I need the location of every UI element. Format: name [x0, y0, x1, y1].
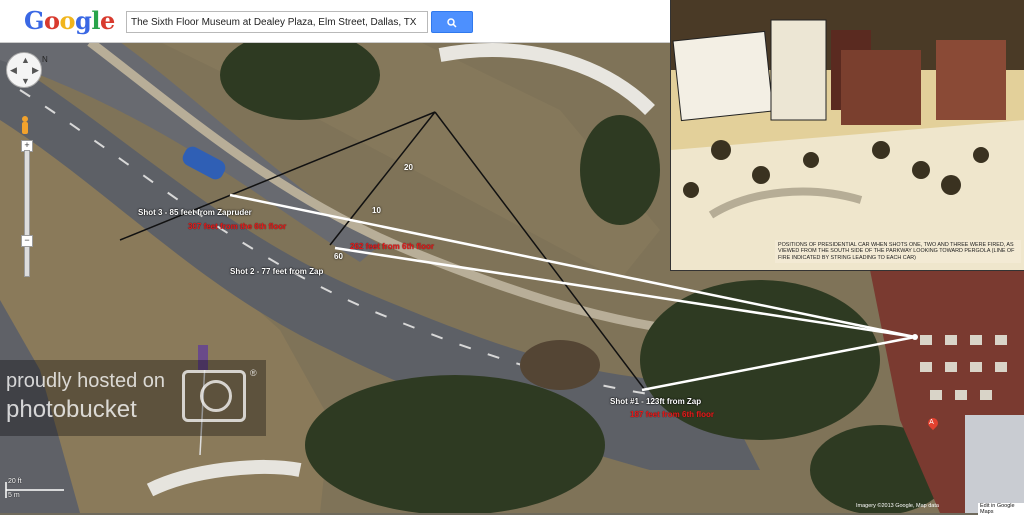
shot2-distance-label: 262 feet from 6th floor	[350, 242, 435, 251]
search-input[interactable]	[126, 11, 428, 33]
pan-control[interactable]: ▲ ▼ ◀ ▶	[6, 52, 42, 88]
google-logo[interactable]: Google	[24, 6, 115, 35]
shot2-label: Shot 2 - 77 feet from Zap	[230, 267, 324, 276]
scale-meters: 5 m	[8, 492, 20, 499]
search-icon	[447, 18, 457, 28]
pan-up-icon[interactable]: ▲	[21, 55, 30, 65]
edit-in-google-maps-link[interactable]: Edit in Google Maps	[978, 503, 1024, 515]
ruler-mark-60: 60	[334, 252, 343, 261]
zoom-track[interactable]	[24, 150, 30, 277]
search-button[interactable]	[431, 11, 473, 33]
logo-letter: o	[44, 6, 60, 35]
zoom-slider[interactable]: + −	[21, 140, 33, 290]
museum-model-photo: POSITIONS OF PRESIDENTIAL CAR WHEN SHOTS…	[670, 0, 1024, 271]
pan-left-icon[interactable]: ◀	[10, 65, 17, 76]
compass-north[interactable]: N	[42, 55, 48, 64]
logo-letter: o	[59, 6, 76, 35]
logo-letter: G	[24, 6, 45, 35]
shot1-label: Shot #1 - 123ft from Zap	[610, 397, 702, 406]
sixth-floor-window-point	[912, 334, 918, 340]
google-header: Google	[0, 0, 670, 43]
imagery-attribution: Imagery ©2013 Google, Map data	[856, 503, 939, 509]
scale-feet: 20 ft	[8, 478, 22, 485]
shot3-distance-label: 307 feet from the 6th floor	[188, 222, 287, 231]
watermark-line1: proudly hosted on	[6, 370, 166, 392]
adjacent-building-roof	[965, 415, 1024, 513]
zoom-out-button[interactable]: −	[21, 235, 33, 247]
ruler-mark-10: 10	[372, 206, 381, 215]
logo-letter: l	[91, 6, 100, 35]
street-view-pegman-icon[interactable]	[20, 116, 30, 136]
logo-letter: g	[75, 6, 92, 35]
pan-right-icon[interactable]: ▶	[32, 65, 39, 76]
camera-icon	[182, 370, 246, 422]
marker-letter: A	[929, 418, 934, 426]
registered-mark: ®	[250, 368, 257, 378]
shot3-label: Shot 3 - 85 feet from Zapruder	[138, 208, 252, 217]
photo-caption: POSITIONS OF PRESIDENTIAL CAR WHEN SHOTS…	[775, 240, 1021, 264]
pan-down-icon[interactable]: ▼	[21, 76, 30, 86]
model-photo-image	[671, 0, 1024, 270]
ruler-mark-20: 20	[404, 163, 413, 172]
photobucket-watermark: proudly hosted on photobucket ®	[0, 360, 266, 436]
scale-bar: 20 ft 5 m	[4, 478, 74, 504]
logo-letter: e	[99, 6, 115, 35]
shot1-distance-label: 187 feet from 6th floor	[630, 410, 715, 419]
watermark-line2: photobucket	[6, 396, 137, 423]
